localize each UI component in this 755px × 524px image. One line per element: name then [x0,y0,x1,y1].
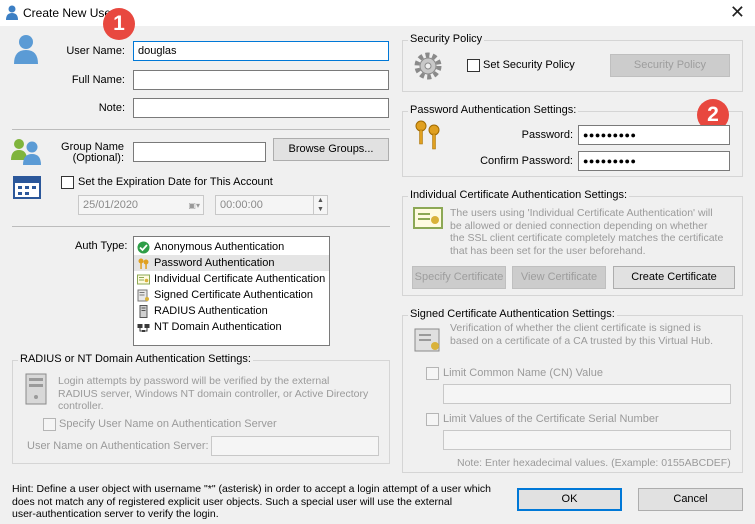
signed-certificate-icon [414,328,440,352]
gear-icon [414,52,442,80]
limit-serial-label: Limit Values of the Certificate Serial N… [443,413,659,425]
note-input[interactable] [133,98,389,118]
ok-button[interactable]: OK [517,488,622,511]
limit-cn-input[interactable] [443,384,731,404]
group-name-label: Group Name (Optional): [61,141,124,164]
specify-username-checkbox[interactable] [43,418,56,431]
security-policy-button[interactable]: Security Policy [610,54,730,77]
radius-description: Login attempts by password will be verif… [58,375,369,412]
hint-text: Hint: Define a user object with username… [12,483,492,520]
view-certificate-button[interactable]: View Certificate [512,266,606,289]
expiration-date-picker[interactable]: 25/01/2020 ▣▾ [78,195,204,215]
limit-serial-input[interactable] [443,430,731,450]
individual-cert-description: The users using 'Individual Certificate … [450,207,724,257]
signed-certificate-icon [137,289,150,302]
note-label: Note: [98,102,125,114]
network-icon [137,321,150,333]
auth-type-item-label: RADIUS Authentication [154,305,268,317]
auth-type-item[interactable]: Individual Certificate Authentication [134,271,329,287]
divider [12,226,390,227]
calendar-dropdown-icon: ▣▾ [188,201,200,210]
security-policy-title: Security Policy [408,33,485,45]
individual-cert-title: Individual Certificate Authentication Se… [408,189,630,201]
radius-settings-title: RADIUS or NT Domain Authentication Setti… [18,353,253,365]
create-certificate-button[interactable]: Create Certificate [613,266,735,289]
specify-certificate-button[interactable]: Specify Certificate [412,266,506,289]
server-icon [137,305,150,318]
expiration-checkbox-label: Set the Expiration Date for This Account [78,176,273,188]
fullname-input[interactable] [133,70,389,90]
auth-type-item[interactable]: Signed Certificate Authentication [134,287,329,303]
browse-groups-button[interactable]: Browse Groups... [273,138,389,161]
auth-type-item[interactable]: Password Authentication [134,255,329,271]
auth-type-item-label: Password Authentication [154,257,275,269]
username-label: User Name: [66,45,125,57]
auth-type-list[interactable]: Anonymous Authentication Password Authent… [133,236,330,346]
server-icon [25,373,47,405]
password-input[interactable]: ●●●●●●●●● [578,125,730,145]
spinner-arrows-icon[interactable]: ▲ ▼ [313,196,327,214]
step-badge-1: 1 [103,8,135,40]
keys-icon [415,120,440,150]
group-icon [11,139,41,165]
confirm-password-label: Confirm Password: [480,155,573,167]
server-username-label: User Name on Authentication Server: [27,440,209,452]
certificate-icon [413,207,443,229]
expiration-time-value: 00:00:00 [220,199,263,211]
calendar-icon [13,176,41,199]
create-new-user-dialog: Create New User ✕ 1 User Name: douglas F… [0,0,755,524]
group-name-input[interactable] [133,142,266,162]
expiration-time-spinner[interactable]: 00:00:00 ▲ ▼ [215,195,328,215]
green-check-icon [137,241,150,254]
cancel-button[interactable]: Cancel [638,488,743,511]
close-button[interactable]: ✕ [730,2,745,23]
server-username-input[interactable] [211,436,379,456]
limit-cn-label: Limit Common Name (CN) Value [443,367,603,379]
window-title: Create New User [23,6,116,20]
auth-type-item[interactable]: RADIUS Authentication [134,303,329,319]
username-input[interactable]: douglas [133,41,389,61]
certificate-icon [137,273,150,285]
auth-type-item[interactable]: NT Domain Authentication [134,319,329,335]
limit-serial-checkbox[interactable] [426,413,439,426]
signed-cert-title: Signed Certificate Authentication Settin… [408,308,617,320]
auth-type-item-label: NT Domain Authentication [154,321,282,333]
auth-type-item-label: Anonymous Authentication [154,241,285,253]
serial-note: Note: Enter hexadecimal values. (Example… [457,457,731,469]
password-label: Password: [521,129,573,141]
keys-icon [137,257,150,269]
limit-cn-checkbox[interactable] [426,367,439,380]
signed-cert-description: Verification of whether the client certi… [450,322,714,347]
auth-type-item-label: Individual Certificate Authentication [154,273,326,285]
divider [12,129,390,130]
specify-username-label: Specify User Name on Authentication Serv… [59,418,277,430]
expiration-checkbox[interactable] [61,176,74,189]
set-security-policy-checkbox[interactable] [467,59,480,72]
confirm-password-input[interactable]: ●●●●●●●●● [578,151,730,171]
auth-type-item[interactable]: Anonymous Authentication [134,239,329,255]
auth-type-item-label: Signed Certificate Authentication [154,289,313,301]
user-icon [6,5,18,20]
set-security-policy-label: Set Security Policy [483,59,575,71]
password-settings-title: Password Authentication Settings: [408,104,579,116]
expiration-date-value: 25/01/2020 [83,199,139,211]
auth-type-items: Anonymous Authentication Password Authent… [134,237,329,335]
user-avatar-icon [14,35,38,64]
auth-type-label: Auth Type: [75,240,128,252]
fullname-label: Full Name: [71,74,125,86]
